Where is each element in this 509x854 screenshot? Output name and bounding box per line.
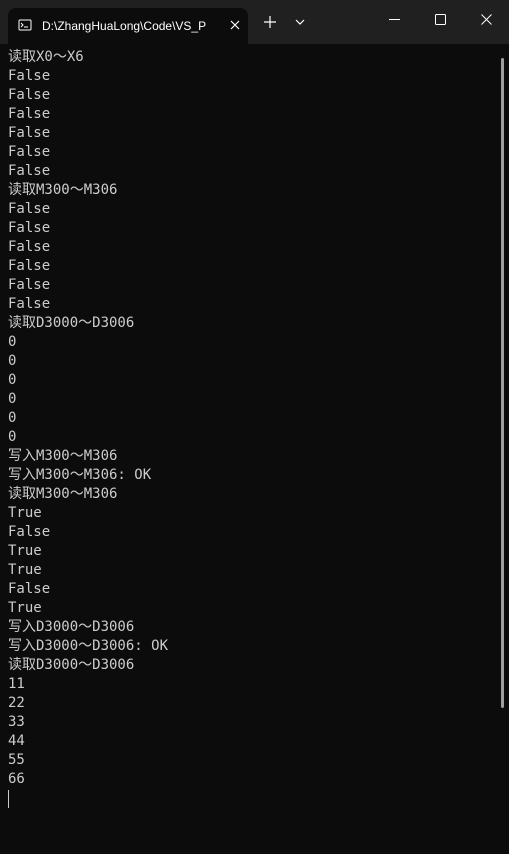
console-line: 33 [8, 714, 25, 730]
console-line: False [8, 201, 51, 217]
console-line: 44 [8, 733, 25, 749]
console-output[interactable]: 读取X0～X6 False False False False False Fa… [8, 48, 488, 848]
maximize-button[interactable] [417, 0, 463, 40]
console-line: 11 [8, 676, 25, 692]
minimize-icon [389, 19, 400, 20]
console-line: 66 [8, 771, 25, 787]
close-icon [481, 14, 492, 25]
console-line: False [8, 87, 51, 103]
console-line: 0 [8, 372, 17, 388]
console-line: 写入M300～M306: OK [8, 467, 152, 483]
console-line: 读取D3000～D3006 [8, 657, 135, 673]
text-cursor [8, 790, 9, 808]
tab-title: D:\ZhangHuaLong\Code\VS_P [42, 19, 207, 33]
console-line: 读取M300～M306 [8, 486, 118, 502]
console-line: True [8, 505, 42, 521]
console-line: 写入D3000～D3006 [8, 619, 135, 635]
console-line: False [8, 258, 51, 274]
console-line: 读取M300～M306 [8, 182, 118, 198]
terminal-window: D:\ZhangHuaLong\Code\VS_P 读取X0～X6 False … [0, 0, 509, 854]
console-line: False [8, 581, 51, 597]
minimize-button[interactable] [371, 0, 417, 40]
console-line: False [8, 239, 51, 255]
close-icon[interactable] [228, 18, 242, 32]
chevron-down-icon[interactable] [290, 12, 310, 32]
console-line: 读取X0～X6 [8, 49, 84, 65]
console-line: 0 [8, 429, 17, 445]
console-line: False [8, 296, 51, 312]
console-line: False [8, 106, 51, 122]
terminal-icon [18, 19, 32, 31]
console-line: 55 [8, 752, 25, 768]
console-line: 0 [8, 334, 17, 350]
console-line: False [8, 125, 51, 141]
terminal-tab[interactable]: D:\ZhangHuaLong\Code\VS_P [8, 8, 248, 44]
maximize-icon [435, 14, 446, 25]
console-line: 读取D3000～D3006 [8, 315, 135, 331]
console-line: False [8, 277, 51, 293]
console-line: True [8, 562, 42, 578]
scrollbar[interactable] [501, 58, 504, 708]
console-line: True [8, 600, 42, 616]
console-line: 0 [8, 353, 17, 369]
console-line: 写入D3000～D3006: OK [8, 638, 169, 654]
console-line: 0 [8, 391, 17, 407]
console-line: 0 [8, 410, 17, 426]
console-line: False [8, 68, 51, 84]
console-line: False [8, 220, 51, 236]
console-line: False [8, 524, 51, 540]
console-line: 写入M300～M306 [8, 448, 118, 464]
console-line: True [8, 543, 42, 559]
plus-icon[interactable] [260, 12, 280, 32]
title-bar: D:\ZhangHuaLong\Code\VS_P [0, 0, 509, 44]
console-line: False [8, 144, 51, 160]
close-window-button[interactable] [463, 0, 509, 40]
console-line: False [8, 163, 51, 179]
console-line: 22 [8, 695, 25, 711]
